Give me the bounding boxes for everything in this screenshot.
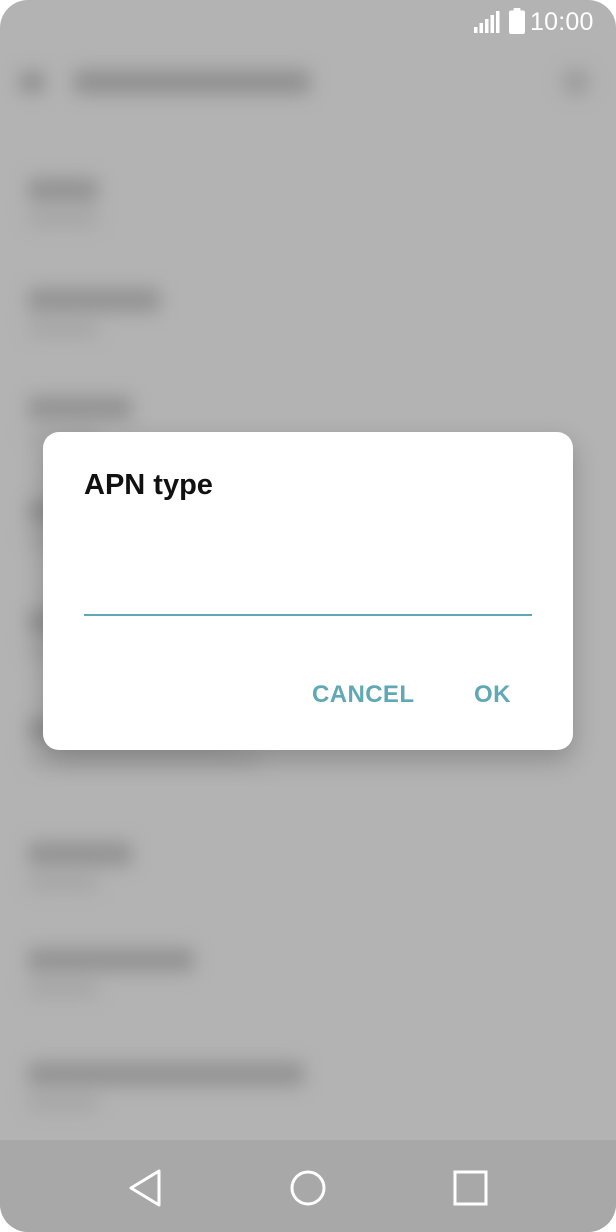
apn-type-input[interactable] xyxy=(84,572,532,616)
signal-icon xyxy=(474,11,500,33)
back-button[interactable] xyxy=(122,1164,170,1212)
background-item-value xyxy=(28,752,258,766)
background-more-icon xyxy=(562,68,590,96)
home-icon xyxy=(290,1170,326,1206)
cancel-button[interactable]: CANCEL xyxy=(312,680,414,710)
background-toolbar xyxy=(20,58,600,106)
background-item-label xyxy=(28,1062,304,1086)
status-bar: 10:00 xyxy=(0,0,616,44)
background-item-label xyxy=(28,288,160,312)
background-back-icon xyxy=(20,72,44,92)
phone-screen: 10:00 APN type CANCEL OK xyxy=(0,0,616,1232)
home-button[interactable] xyxy=(284,1164,332,1212)
background-item-value xyxy=(28,876,98,890)
back-icon xyxy=(129,1169,161,1207)
background-title xyxy=(74,70,310,94)
navigation-bar xyxy=(0,1140,616,1232)
battery-icon xyxy=(509,8,525,34)
background-item-label xyxy=(28,948,194,972)
background-item-label xyxy=(28,842,132,866)
dialog-title: APN type xyxy=(84,469,213,501)
apn-type-dialog: APN type CANCEL OK xyxy=(43,432,573,750)
ok-button[interactable]: OK xyxy=(474,680,511,710)
background-item-label xyxy=(28,396,132,420)
background-item-value xyxy=(28,322,98,336)
recents-button[interactable] xyxy=(446,1164,494,1212)
status-time: 10:00 xyxy=(530,8,594,36)
background-item-value xyxy=(28,212,98,226)
recents-icon xyxy=(453,1170,488,1206)
background-item-label xyxy=(28,178,98,202)
background-item-value xyxy=(28,1096,98,1110)
background-item-value xyxy=(28,982,98,996)
